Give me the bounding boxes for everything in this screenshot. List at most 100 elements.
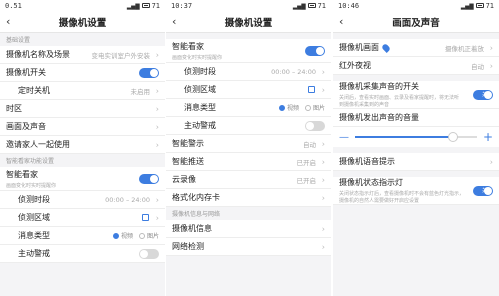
chevron-right-icon: › xyxy=(321,224,325,233)
status-time: 10:37 xyxy=(171,1,193,10)
signal-icon: ▂▄▆ xyxy=(292,1,306,10)
mic-toggle[interactable]: 关 xyxy=(473,89,493,100)
row-label: 消息类型 xyxy=(184,103,216,112)
radio-image[interactable]: 图片 xyxy=(138,231,159,240)
volume-slider-row: — + xyxy=(333,127,499,147)
chevron-right-icon: › xyxy=(155,213,159,222)
row-subtext: 关闭后，查看实时画面、云录及看家提醒时，将无法听到摄像机采集到的声音 xyxy=(339,95,460,108)
row-label: 摄像机发出声音的音量 xyxy=(339,113,419,122)
row-label: 画面及声音 xyxy=(6,122,46,131)
timer-shutdown-row[interactable]: 定时关机 未启用 › xyxy=(0,82,165,100)
detect-area-row[interactable]: 侦测区域 › xyxy=(0,209,165,227)
row-label: 侦测区域 xyxy=(18,213,50,222)
camera-name-row[interactable]: 摄像机名称及场景 变电实训室户外安装 › xyxy=(0,46,165,64)
back-icon[interactable]: ‹ xyxy=(172,15,176,29)
chevron-right-icon: › xyxy=(489,157,493,166)
smart-guard-toggle[interactable] xyxy=(139,173,159,184)
chevron-right-icon: › xyxy=(489,61,493,70)
cloud-record-row[interactable]: 云录像 已开启 › xyxy=(166,171,331,189)
status-time: 0.51 xyxy=(5,1,22,10)
row-label: 摄像机状态指示灯 xyxy=(339,178,403,187)
invite-family-row[interactable]: 邀请家人一起使用 › xyxy=(0,136,165,154)
row-label: 侦测时段 xyxy=(18,195,50,204)
chevron-right-icon: › xyxy=(321,85,325,94)
row-label: 智能看家 xyxy=(172,41,204,51)
chevron-right-icon: › xyxy=(321,193,325,202)
row-value: 未启用 xyxy=(130,87,151,96)
settings-panel-3: 10:46 ▂▄▆ 71 ‹ 画面及声音 摄像机画面 摄像机正着放 › 红外夜视… xyxy=(333,0,499,296)
row-label: 摄像机信息 xyxy=(172,224,212,233)
row-value: 变电实训室户外安装 xyxy=(91,51,151,60)
row-subtext: 画面变化时实时提醒你 xyxy=(6,182,57,189)
location-pin-icon xyxy=(381,42,391,53)
radio-video[interactable]: 视频 xyxy=(278,103,299,112)
active-alarm-row: 主动警戒 xyxy=(0,245,165,263)
smart-push-row[interactable]: 智能推送 已开启 › xyxy=(166,153,331,171)
radio-video[interactable]: 视频 xyxy=(112,231,133,240)
chevron-right-icon: › xyxy=(321,242,325,251)
chevron-right-icon: › xyxy=(321,157,325,166)
settings-panel-1: 0.51 ▂▄▆ 71 ‹ 摄像机设置 基础设置 摄像机名称及场景 变电实训室户… xyxy=(0,0,165,296)
radio-image[interactable]: 图片 xyxy=(304,103,325,112)
row-label: 侦测时段 xyxy=(184,67,216,76)
nav-header: ‹ 摄像机设置 xyxy=(166,11,331,33)
row-label: 格式化内存卡 xyxy=(172,193,220,202)
row-label: 侦测区域 xyxy=(184,85,216,94)
row-subtext: 关闭状态指示灯后，查看摄像机时不会有蓝色灯光指示，摄像机的自然人需要做好开启应设… xyxy=(339,191,465,204)
format-sd-row[interactable]: 格式化内存卡 › xyxy=(166,189,331,207)
radio-dot-icon xyxy=(138,232,145,239)
camera-info-row[interactable]: 摄像机信息 › xyxy=(166,220,331,238)
volume-slider[interactable] xyxy=(355,132,477,142)
nav-header: ‹ 摄像机设置 xyxy=(0,11,165,33)
chevron-right-icon: › xyxy=(155,50,159,59)
chevron-right-icon: › xyxy=(155,86,159,95)
battery-icon xyxy=(141,3,150,8)
region-icon xyxy=(308,86,315,93)
picture-sound-row[interactable]: 画面及声音 › xyxy=(0,118,165,136)
detect-period-row[interactable]: 侦测时段 00:00 – 24:00 › xyxy=(0,191,165,209)
smart-guard-toggle[interactable] xyxy=(305,45,325,56)
row-label: 网络检测 xyxy=(172,242,204,251)
row-value: 已开启 xyxy=(296,158,317,167)
message-type-row: 消息类型 视频 图片 xyxy=(166,99,331,117)
camera-picture-row[interactable]: 摄像机画面 摄像机正着放 › xyxy=(333,39,499,57)
battery-level: 71 xyxy=(317,1,326,10)
active-alarm-row: 主动警戒 xyxy=(166,117,331,135)
message-type-row: 消息类型 视频 图片 xyxy=(0,227,165,245)
smart-alert-row[interactable]: 智能警示 自动 › xyxy=(166,135,331,153)
region-icon xyxy=(142,214,149,221)
slider-knob[interactable] xyxy=(447,132,458,142)
chevron-right-icon: › xyxy=(155,195,159,204)
night-vision-row[interactable]: 红外夜视 自动 › xyxy=(333,57,499,75)
signal-icon: ▂▄▆ xyxy=(126,1,140,10)
row-label: 消息类型 xyxy=(18,231,50,240)
battery-icon xyxy=(475,3,484,8)
timezone-row[interactable]: 时区 › xyxy=(0,100,165,118)
status-bar: 0.51 ▂▄▆ 71 xyxy=(0,0,165,11)
smart-guard-row: 智能看家 画面变化时实时提醒你 xyxy=(166,39,331,63)
mic-switch-row: 摄像机采集声音的开关 关闭后，查看实时画面、云录及看家提醒时，将无法听到摄像机采… xyxy=(333,81,499,109)
status-light-toggle[interactable]: 关 xyxy=(473,185,493,196)
volume-label-row: 摄像机发出声音的音量 xyxy=(333,109,499,127)
active-alarm-toggle[interactable] xyxy=(305,120,325,131)
radio-dot-icon xyxy=(278,104,285,111)
camera-switch-toggle[interactable] xyxy=(139,67,159,78)
plus-icon[interactable]: + xyxy=(483,130,493,144)
chevron-right-icon: › xyxy=(155,104,159,113)
network-check-row[interactable]: 网络检测 › xyxy=(166,238,331,256)
row-subtext: 画面变化时实时提醒你 xyxy=(172,54,223,61)
row-label: 定时关机 xyxy=(18,86,50,95)
settings-panel-2: 10:37 ▂▄▆ 71 ‹ 摄像机设置 智能看家 画面变化时实时提醒你 侦测时… xyxy=(166,0,331,296)
detect-period-row[interactable]: 侦测时段 00:00 – 24:00 › xyxy=(166,63,331,81)
row-label: 邀请家人一起使用 xyxy=(6,140,70,149)
minus-icon[interactable]: — xyxy=(339,132,349,143)
page-title: 画面及声音 xyxy=(392,17,440,29)
row-label: 智能警示 xyxy=(172,139,204,148)
active-alarm-toggle[interactable] xyxy=(139,248,159,259)
voice-prompt-row[interactable]: 摄像机语音提示 › xyxy=(333,153,499,171)
back-icon[interactable]: ‹ xyxy=(339,15,343,29)
back-icon[interactable]: ‹ xyxy=(6,15,10,29)
detect-area-row[interactable]: 侦测区域 › xyxy=(166,81,331,99)
battery-icon xyxy=(307,3,316,8)
page-title: 摄像机设置 xyxy=(58,17,107,29)
